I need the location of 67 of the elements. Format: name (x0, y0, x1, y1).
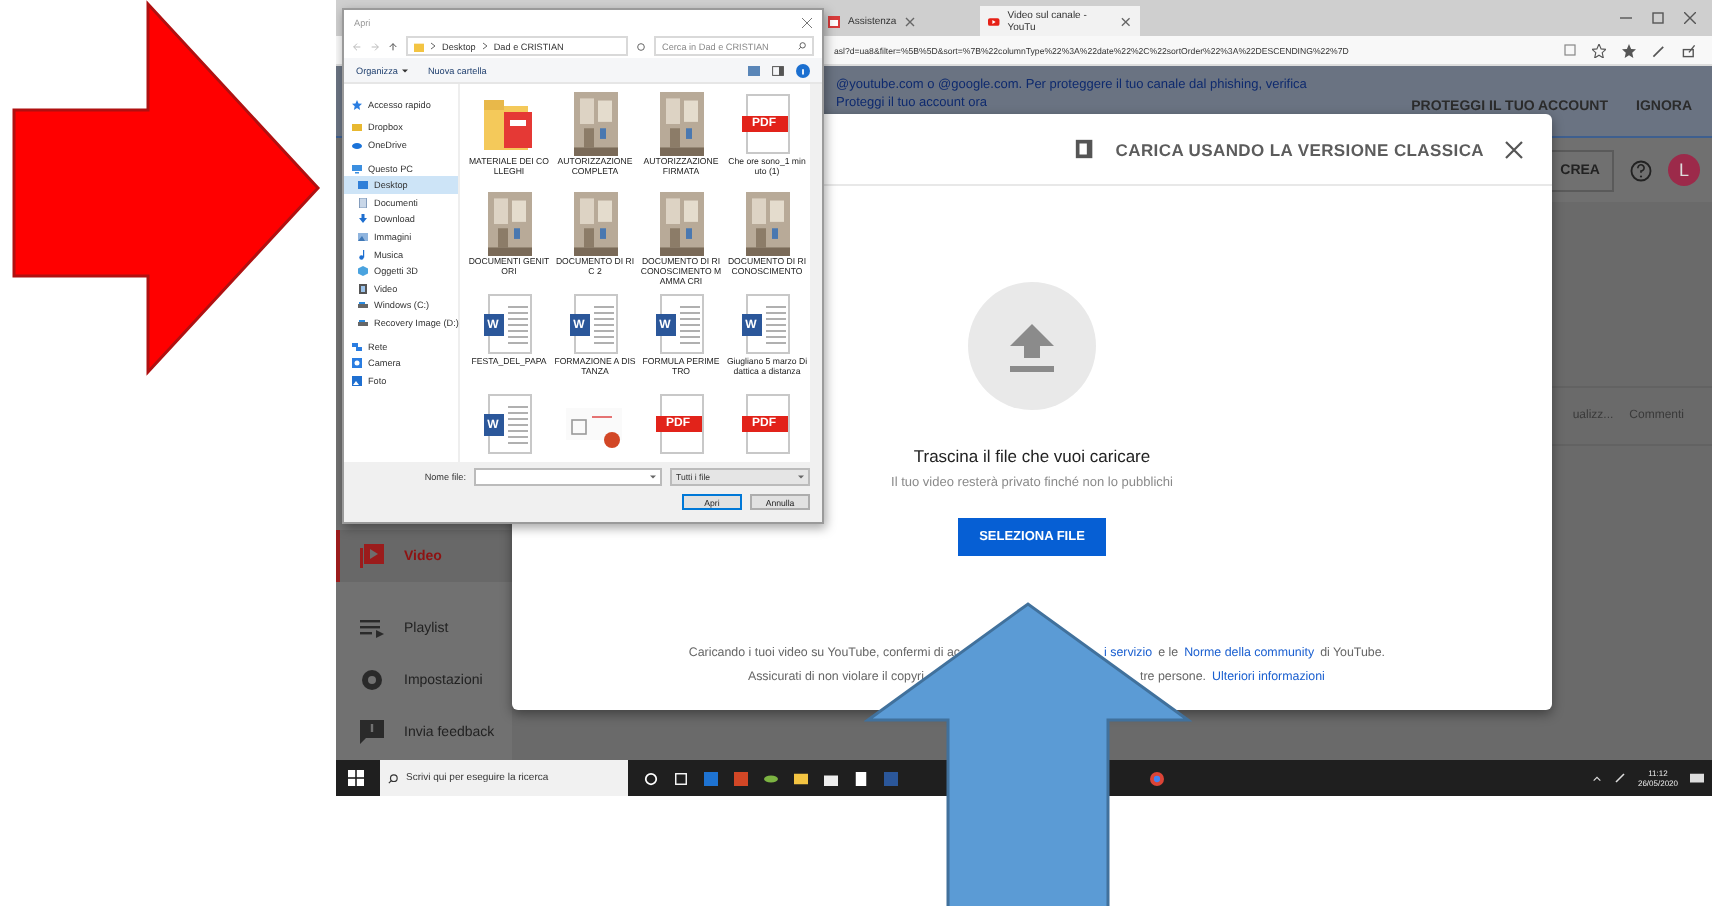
view-options-icon[interactable] (748, 65, 760, 75)
app-icon[interactable] (764, 771, 778, 785)
avatar[interactable]: L (1668, 154, 1700, 186)
image-icon (358, 231, 368, 242)
upload-heading: Trascina il file che vuoi caricare (913, 446, 1151, 466)
upload-classic-icon[interactable] (1073, 138, 1096, 160)
video-library-icon (360, 544, 384, 568)
store-icon[interactable] (824, 771, 838, 785)
folder-icon (414, 41, 424, 51)
close-icon[interactable] (1684, 12, 1696, 24)
search-icon (388, 773, 398, 783)
feedback-icon (360, 720, 384, 744)
share-icon[interactable] (1682, 43, 1696, 57)
drive-icon (358, 317, 368, 328)
search-icon (798, 42, 806, 50)
minimize-icon[interactable] (1620, 12, 1632, 24)
caret-icon[interactable] (1591, 773, 1602, 783)
network-icon[interactable] (1613, 772, 1626, 784)
pen-icon[interactable] (1652, 43, 1666, 57)
windows-start-icon[interactable] (348, 770, 364, 786)
help-page-icon (828, 15, 840, 27)
file-name-field[interactable] (474, 468, 662, 486)
desktop-icon (358, 180, 368, 191)
settings-icon (360, 668, 384, 692)
upload-icon[interactable] (968, 282, 1096, 410)
download-icon (358, 214, 368, 225)
classic-upload-link[interactable]: CARICA USANDO LA VERSIONE CLASSICA (1115, 139, 1484, 159)
help-icon[interactable] (796, 63, 810, 77)
caret-icon (650, 474, 656, 480)
app-icon[interactable] (704, 771, 718, 785)
document-icon[interactable] (854, 771, 868, 785)
close-icon[interactable] (1120, 15, 1133, 27)
film-icon (358, 283, 368, 294)
caret-icon (798, 474, 804, 480)
music-note-icon (358, 249, 368, 260)
reading-view-icon[interactable] (1564, 43, 1576, 55)
up-icon[interactable] (388, 41, 398, 51)
close-icon[interactable] (1504, 139, 1524, 159)
close-icon[interactable] (802, 17, 812, 27)
scrollbar[interactable] (810, 84, 822, 462)
notification-icon[interactable] (1690, 771, 1704, 785)
cube-icon (358, 266, 368, 277)
network-icon (352, 341, 362, 352)
close-icon[interactable] (904, 15, 917, 27)
monitor-icon (352, 163, 362, 174)
preview-pane-icon[interactable] (772, 65, 784, 75)
favorites-icon[interactable] (1622, 43, 1636, 57)
star-icon (352, 99, 362, 110)
task-view-icon[interactable] (674, 771, 688, 785)
drive-icon (358, 300, 368, 311)
folder-icon (352, 122, 362, 133)
playlist-icon (360, 616, 384, 640)
photos-icon (352, 375, 362, 386)
cloud-icon (352, 139, 362, 150)
help-icon[interactable] (1630, 159, 1652, 181)
browser-icon[interactable] (1150, 771, 1164, 785)
document-icon (358, 197, 368, 208)
restore-icon[interactable] (1652, 12, 1664, 24)
refresh-icon[interactable] (636, 41, 646, 51)
play-logo-icon (988, 15, 1000, 27)
cortana-icon[interactable] (644, 771, 658, 785)
folder-icon[interactable] (794, 771, 808, 785)
app-icon[interactable] (734, 771, 748, 785)
chevron-icon (481, 42, 488, 50)
camera-icon (352, 358, 362, 369)
chevron-icon (430, 42, 436, 50)
star-icon[interactable] (1592, 43, 1606, 57)
